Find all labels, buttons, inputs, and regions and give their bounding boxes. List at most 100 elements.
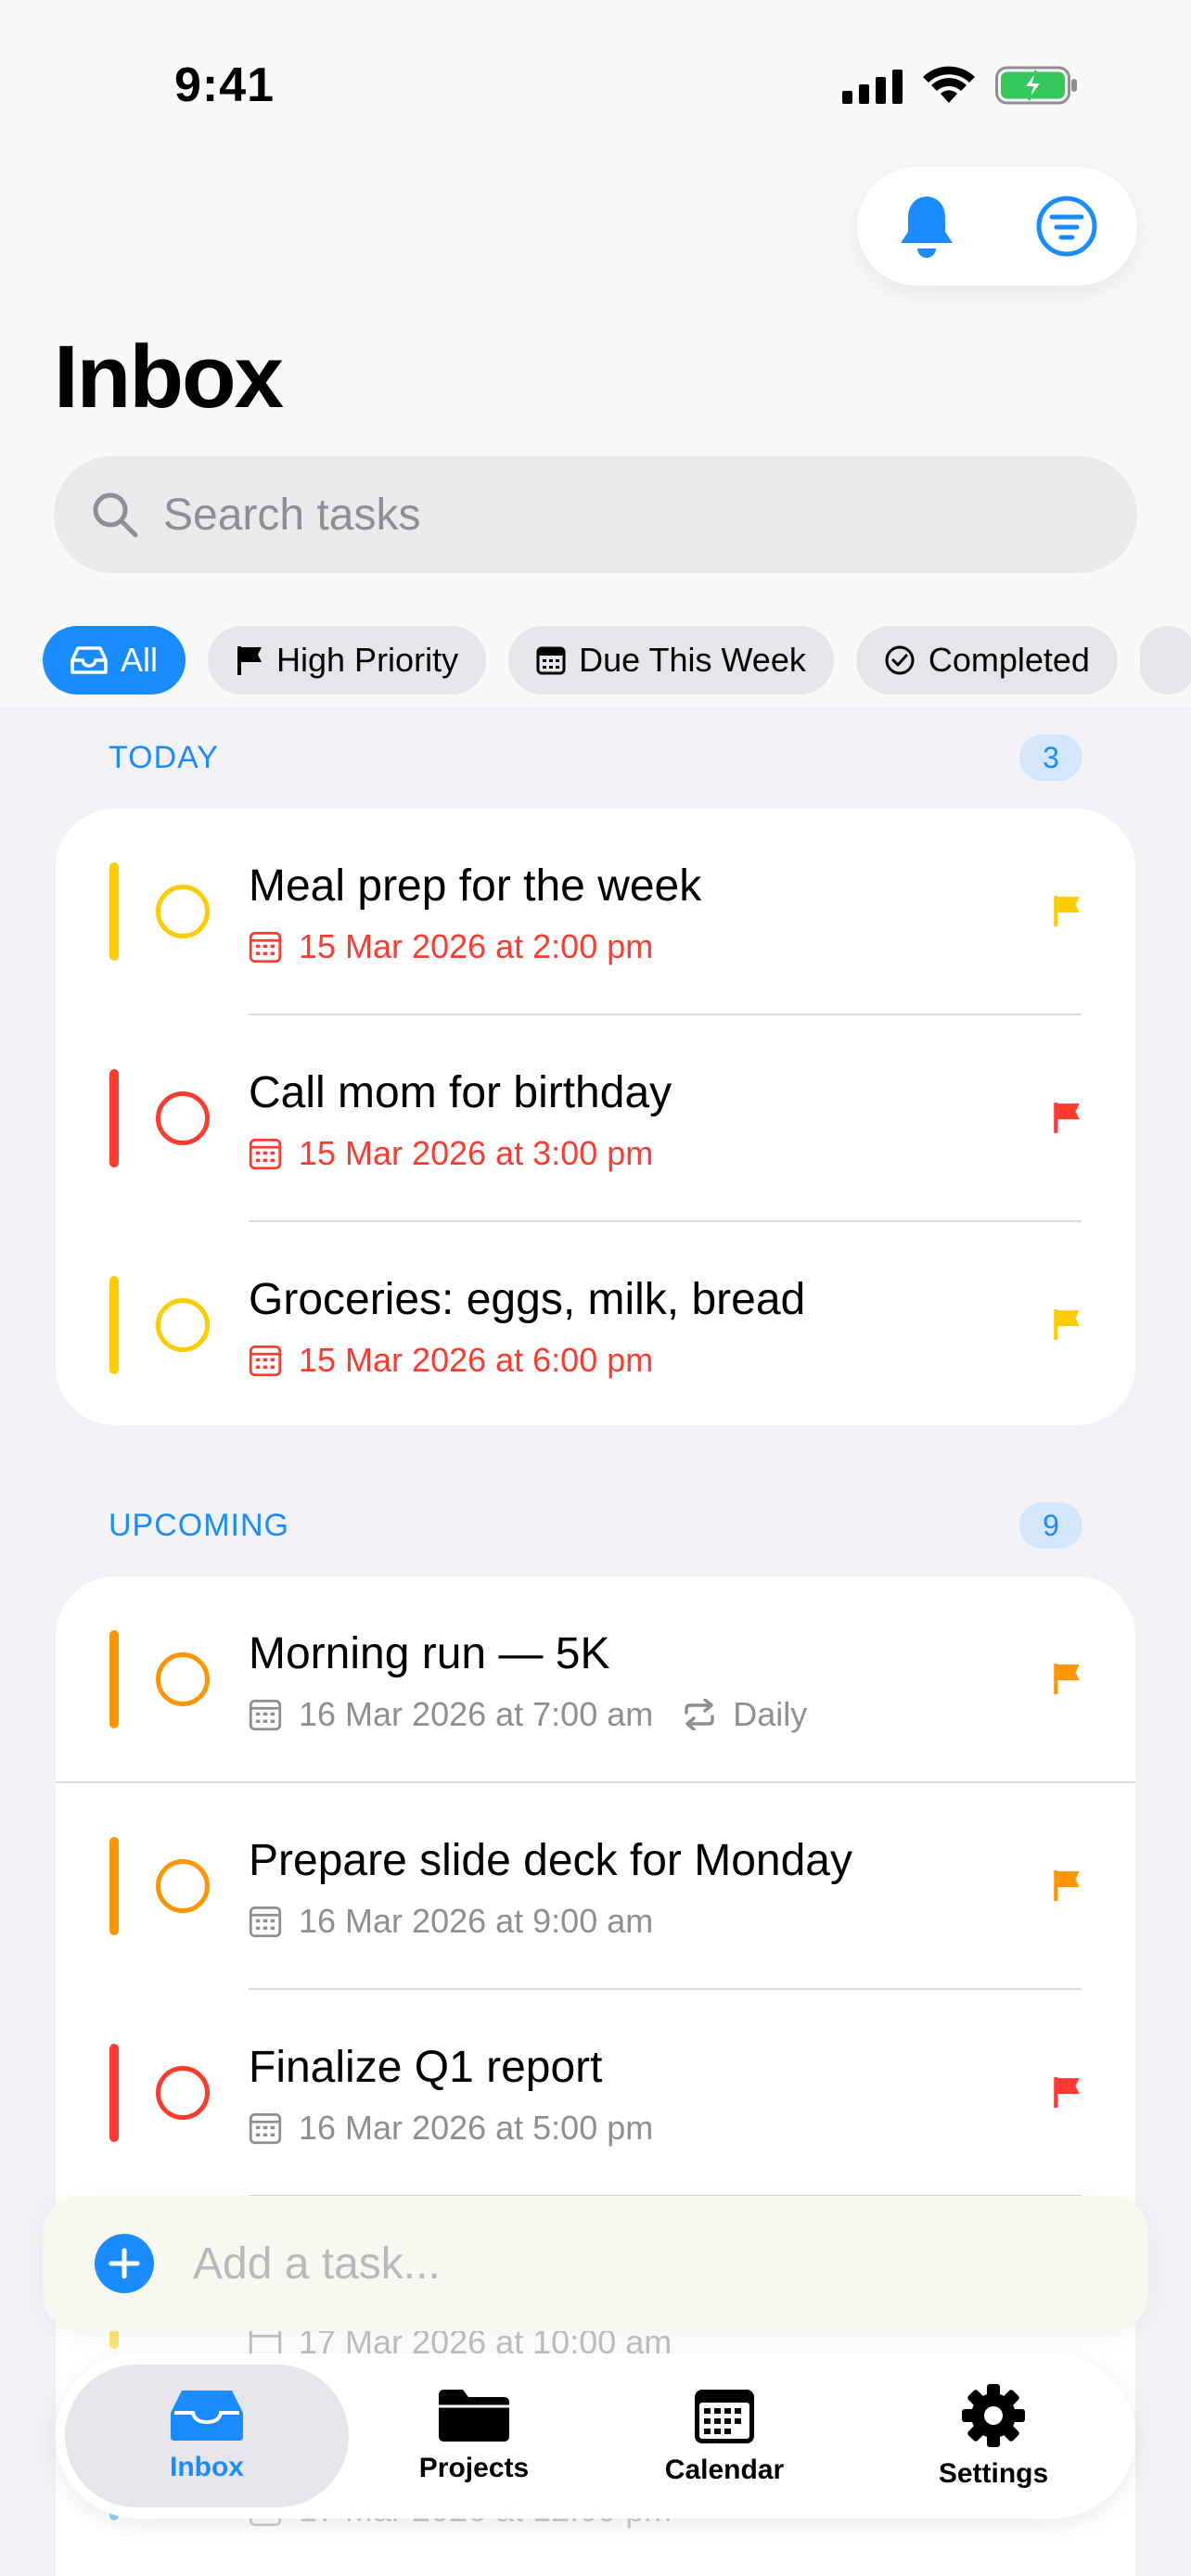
search-input[interactable] (163, 489, 998, 541)
task-title: Morning run — 5K (249, 1629, 610, 1678)
priority-bar (109, 2044, 119, 2142)
filter-chips: All High Priority Due This Week Complete… (43, 626, 1191, 695)
task-due: 16 Mar 2026 at 5:00 pm (249, 2109, 653, 2148)
flag-icon (1054, 1664, 1080, 1694)
complete-checkbox[interactable] (156, 1091, 210, 1145)
calendar-icon (536, 646, 566, 675)
task-repeat-text: Daily (733, 1695, 808, 1733)
calendar-icon (249, 1699, 282, 1731)
priority-bar (109, 862, 119, 961)
flag-icon (1054, 1870, 1080, 1901)
section-header-today: TODAY 3 (109, 734, 1082, 781)
add-icon[interactable] (95, 2234, 154, 2293)
task-row[interactable]: Call mom for birthday 15 Mar 2026 at 3:0… (56, 1015, 1135, 1222)
section-count-badge: 9 (1019, 1502, 1082, 1549)
task-row[interactable]: Groceries: eggs, milk, bread 15 Mar 2026… (56, 1222, 1135, 1429)
tab-label: Settings (938, 2458, 1049, 2489)
task-due-text: 15 Mar 2026 at 3:00 pm (299, 1134, 654, 1172)
task-due-text: 16 Mar 2026 at 7:00 am (299, 1695, 654, 1733)
section-count-badge: 3 (1019, 734, 1082, 781)
chip-more[interactable] (1139, 626, 1191, 695)
task-title: Call mom for birthday (249, 1068, 672, 1117)
task-due-text: 16 Mar 2026 at 9:00 am (299, 1902, 654, 1940)
repeat-icon (685, 1699, 714, 1730)
task-row[interactable]: Meal prep for the week 15 Mar 2026 at 2:… (56, 809, 1135, 1015)
chip-all[interactable]: All (43, 626, 186, 695)
flag-icon (1054, 1103, 1080, 1133)
task-due: 15 Mar 2026 at 2:00 pm (249, 927, 653, 966)
folder-icon (439, 2390, 509, 2442)
complete-checkbox[interactable] (156, 1859, 210, 1913)
tab-label: Projects (418, 2453, 530, 2483)
chip-label: All (121, 641, 159, 679)
gear-icon (962, 2384, 1025, 2447)
flag-icon (1054, 1309, 1080, 1340)
complete-checkbox[interactable] (156, 2066, 210, 2120)
calendar-icon (249, 1906, 282, 1938)
tab-inbox[interactable]: Inbox (56, 2353, 358, 2519)
priority-bar (109, 1276, 119, 1374)
tab-calendar[interactable]: Calendar (590, 2353, 859, 2519)
priority-bar (109, 1069, 119, 1167)
task-due-text: 16 Mar 2026 at 5:00 pm (299, 2109, 654, 2147)
checkmark-circle-icon (885, 645, 915, 675)
task-due: 16 Mar 2026 at 7:00 am Daily (249, 1695, 807, 1734)
task-due-text: 15 Mar 2026 at 2:00 pm (299, 927, 654, 965)
tab-bar: Inbox Projects Calendar Settings (56, 2353, 1135, 2519)
cellular-signal-icon (842, 67, 903, 104)
task-due: 15 Mar 2026 at 3:00 pm (249, 1134, 653, 1173)
calendar-icon (249, 931, 282, 963)
complete-checkbox[interactable] (156, 1298, 210, 1352)
chip-high-priority[interactable]: High Priority (208, 626, 487, 695)
task-repeat: Daily (681, 1695, 807, 1734)
tab-label: Inbox (170, 2452, 244, 2482)
task-due: 15 Mar 2026 at 6:00 pm (249, 1341, 653, 1380)
section-header-upcoming: UPCOMING 9 (109, 1502, 1082, 1549)
task-row[interactable]: Morning run — 5K 16 Mar 2026 at 7:00 am … (56, 1576, 1135, 1783)
chip-label: Due This Week (579, 641, 806, 679)
add-task-bar[interactable] (43, 2196, 1148, 2331)
complete-checkbox[interactable] (156, 885, 210, 938)
battery-charging-icon (995, 66, 1077, 105)
complete-checkbox[interactable] (156, 1652, 210, 1706)
task-card-today: Meal prep for the week 15 Mar 2026 at 2:… (56, 809, 1135, 1425)
header-actions (857, 167, 1137, 286)
chip-due-this-week[interactable]: Due This Week (508, 626, 834, 695)
section-label: TODAY (109, 739, 219, 775)
section-label: UPCOMING (109, 1507, 289, 1543)
task-due-text: 15 Mar 2026 at 6:00 pm (299, 1341, 654, 1379)
tray-icon (70, 646, 108, 674)
task-title: Prepare slide deck for Monday (249, 1836, 852, 1885)
tray-icon (171, 2391, 243, 2441)
search-icon (93, 492, 138, 538)
status-time: 9:41 (174, 58, 275, 112)
calendar-icon (249, 2112, 282, 2145)
calendar-icon (695, 2390, 754, 2443)
task-row[interactable]: Prepare slide deck for Monday 16 Mar 202… (56, 1783, 1135, 1990)
chip-label: Completed (928, 641, 1090, 679)
add-task-input[interactable] (193, 2238, 1028, 2289)
calendar-icon (249, 1345, 282, 1377)
chip-completed[interactable]: Completed (855, 626, 1118, 695)
task-title: Finalize Q1 report (249, 2043, 603, 2092)
task-title: Meal prep for the week (249, 861, 702, 911)
flag-icon (237, 646, 263, 675)
task-title: Groceries: eggs, milk, bread (249, 1275, 806, 1324)
filter-icon[interactable] (1035, 195, 1098, 258)
priority-bar (109, 1837, 119, 1935)
search-bar[interactable] (54, 456, 1137, 573)
task-row[interactable]: Finalize Q1 report 16 Mar 2026 at 5:00 p… (56, 1990, 1135, 2197)
wifi-icon (923, 66, 975, 103)
bell-icon[interactable] (897, 193, 956, 260)
calendar-icon (249, 1138, 282, 1170)
tab-settings[interactable]: Settings (859, 2353, 1128, 2519)
page-title: Inbox (54, 327, 284, 427)
tab-projects[interactable]: Projects (358, 2353, 590, 2519)
flag-icon (1054, 2077, 1080, 2108)
chip-label: High Priority (276, 641, 459, 679)
task-due: 16 Mar 2026 at 9:00 am (249, 1902, 653, 1941)
status-icons (842, 63, 1079, 108)
priority-bar (109, 1630, 119, 1728)
flag-icon (1054, 896, 1080, 926)
tab-label: Calendar (664, 2455, 785, 2485)
